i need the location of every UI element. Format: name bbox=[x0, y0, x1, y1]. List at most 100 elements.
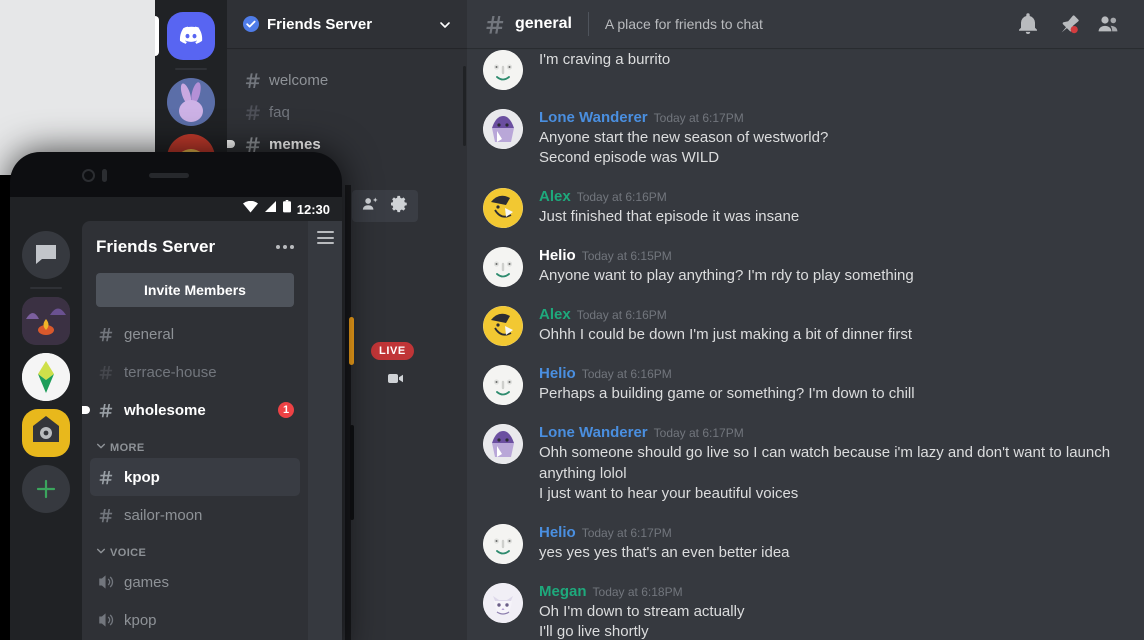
video-camera-icon[interactable] bbox=[388, 371, 404, 383]
mobile-channel-label: kpop bbox=[124, 468, 160, 486]
message-line: Anyone want to play anything? I'm rdy to… bbox=[539, 266, 914, 284]
mobile-channel-item-terrace-house[interactable]: terrace-house bbox=[90, 353, 300, 391]
desktop-message-list[interactable]: I'm craving a burrito Lone Wanderer Today … bbox=[467, 48, 1144, 640]
add-person-icon[interactable] bbox=[361, 195, 379, 218]
scroll-indicator-bar bbox=[350, 425, 354, 520]
mobile-channel-label: kpop bbox=[124, 611, 157, 629]
phone-app-body: Friends Server Invite Members general ter… bbox=[10, 221, 342, 640]
chat-message[interactable]: Helio Today at 6:15PM Anyone want to play … bbox=[467, 245, 1128, 288]
chat-message[interactable]: Alex Today at 6:16PM Ohhh I could be down … bbox=[467, 304, 1128, 347]
mobile-category-voice[interactable]: VOICE bbox=[82, 534, 308, 563]
phone-sensor bbox=[102, 169, 107, 182]
desktop-sidebar-scrollbar[interactable] bbox=[463, 66, 466, 146]
mobile-channel-item-games[interactable]: games bbox=[90, 563, 300, 601]
message-header: Lone Wanderer Today at 6:17PM bbox=[539, 424, 1112, 443]
mobile-channel-sidebar: Friends Server Invite Members general ter… bbox=[82, 221, 308, 640]
chat-message[interactable]: Megan Today at 6:18PM Oh I'm down to strea… bbox=[467, 581, 1128, 640]
chevron-down-icon[interactable] bbox=[439, 18, 451, 30]
mobile-channel-item-sailor-moon[interactable]: sailor-moon bbox=[90, 496, 300, 534]
mobile-channel-list: general terrace-house wholesome 1 bbox=[82, 315, 308, 429]
message-timestamp: Today at 6:17PM bbox=[653, 111, 744, 125]
message-author[interactable]: Alex bbox=[539, 306, 571, 325]
helio-avatar[interactable] bbox=[483, 50, 523, 90]
mobile-chat-peek[interactable] bbox=[308, 221, 342, 640]
message-line: yes yes yes that's an even better idea bbox=[539, 543, 790, 561]
message-author[interactable]: Helio bbox=[539, 524, 576, 543]
mobile-rail-item-3[interactable] bbox=[10, 405, 82, 461]
desktop-channel-title: general bbox=[515, 15, 572, 32]
message-author[interactable]: Lone Wanderer bbox=[539, 424, 648, 443]
message-author[interactable]: Helio bbox=[539, 365, 576, 384]
desktop-channel-item-faq[interactable]: faq bbox=[235, 96, 459, 128]
mobile-rail-item-add-server[interactable] bbox=[10, 461, 82, 517]
members-list-icon[interactable] bbox=[1096, 12, 1120, 36]
lone-wanderer-avatar[interactable] bbox=[483, 424, 523, 465]
mobile-channel-item-kpop[interactable]: kpop bbox=[90, 601, 300, 639]
mobile-category-more[interactable]: MORE bbox=[82, 429, 308, 458]
mobile-channel-item-wholesome[interactable]: wholesome 1 bbox=[82, 391, 300, 429]
message-header: Alex Today at 6:16PM bbox=[539, 188, 1112, 207]
hash-icon bbox=[96, 467, 116, 487]
alex-avatar[interactable] bbox=[483, 306, 523, 347]
server-avatar-bunny bbox=[167, 78, 215, 126]
chat-message[interactable]: Lone Wanderer Today at 6:17PM Anyone start… bbox=[467, 107, 1128, 169]
hash-icon bbox=[96, 505, 116, 525]
server-rail-item-home[interactable] bbox=[155, 8, 227, 64]
speaker-icon bbox=[96, 572, 116, 592]
message-timestamp: Today at 6:15PM bbox=[581, 249, 672, 264]
message-line: Perhaps a building game or something? I'… bbox=[539, 384, 915, 402]
megan-avatar[interactable] bbox=[483, 582, 523, 623]
hamburger-menu-icon[interactable] bbox=[317, 231, 334, 244]
helio-avatar[interactable] bbox=[483, 365, 523, 406]
desktop-server-header[interactable]: Friends Server bbox=[227, 0, 467, 48]
mobile-channel-item-kpop[interactable]: kpop bbox=[90, 458, 300, 496]
message-author[interactable]: Megan bbox=[539, 583, 587, 602]
desktop-channel-label: faq bbox=[269, 103, 290, 121]
more-options-icon[interactable] bbox=[276, 245, 294, 249]
mobile-channel-item-general[interactable]: general bbox=[90, 315, 300, 353]
server-selected-pill bbox=[155, 16, 159, 56]
message-author[interactable]: Helio bbox=[539, 247, 576, 266]
mobile-server-rail bbox=[10, 221, 82, 640]
helio-avatar[interactable] bbox=[483, 247, 523, 288]
hash-icon bbox=[243, 102, 263, 122]
message-header: Helio Today at 6:16PM bbox=[539, 365, 1112, 384]
mobile-rail-item-dms[interactable] bbox=[10, 227, 82, 283]
helio-avatar[interactable] bbox=[483, 523, 523, 564]
lone-wanderer-avatar[interactable] bbox=[483, 109, 523, 149]
notification-bell-icon[interactable] bbox=[1016, 12, 1040, 36]
alex-avatar[interactable] bbox=[483, 188, 523, 229]
speaker-icon bbox=[96, 610, 116, 630]
live-badge: LIVE bbox=[371, 342, 414, 360]
chat-message[interactable]: Lone Wanderer Today at 6:17PM Ohh someone … bbox=[467, 422, 1128, 505]
mobile-category-label: MORE bbox=[110, 441, 145, 454]
mobile-rail-item-2[interactable] bbox=[10, 349, 82, 405]
desktop-channel-topic: A place for friends to chat bbox=[604, 16, 763, 32]
chat-message[interactable]: Helio Today at 6:17PM yes yes yes that's a… bbox=[467, 522, 1128, 564]
mobile-channel-label: general bbox=[124, 325, 175, 343]
server-rail-item-1[interactable] bbox=[155, 74, 227, 130]
server-avatar-gold bbox=[22, 409, 70, 457]
desktop-channel-item-welcome[interactable]: welcome bbox=[235, 64, 459, 96]
mobile-rail-item-1[interactable] bbox=[10, 293, 82, 349]
invite-members-button[interactable]: Invite Members bbox=[96, 273, 294, 307]
unread-badge: 1 bbox=[278, 402, 294, 418]
phone-status-bar: 12:30 bbox=[10, 197, 342, 221]
chat-message[interactable]: Alex Today at 6:16PM Just finished that ep… bbox=[467, 186, 1128, 229]
desktop-channel-label: memes bbox=[269, 135, 321, 153]
message-line: I'm craving a burrito bbox=[539, 51, 671, 68]
server-rail-divider bbox=[175, 68, 207, 70]
wifi-icon bbox=[242, 200, 258, 218]
message-author[interactable]: Lone Wanderer bbox=[539, 109, 648, 128]
settings-gear-icon[interactable] bbox=[390, 195, 409, 218]
pinned-messages-icon[interactable] bbox=[1056, 12, 1080, 36]
mobile-channel-label: wholesome bbox=[124, 401, 206, 419]
chat-message[interactable]: Helio Today at 6:16PM Perhaps a building g… bbox=[467, 363, 1128, 406]
mobile-server-header[interactable]: Friends Server bbox=[82, 221, 308, 273]
hash-icon bbox=[96, 362, 116, 382]
desktop-chat-header: general A place for friends to chat bbox=[467, 0, 1144, 48]
hash-icon bbox=[243, 70, 263, 90]
message-author[interactable]: Alex bbox=[539, 188, 571, 207]
chat-message[interactable]: I'm craving a burrito bbox=[467, 48, 1128, 90]
verified-check-icon bbox=[243, 16, 259, 32]
